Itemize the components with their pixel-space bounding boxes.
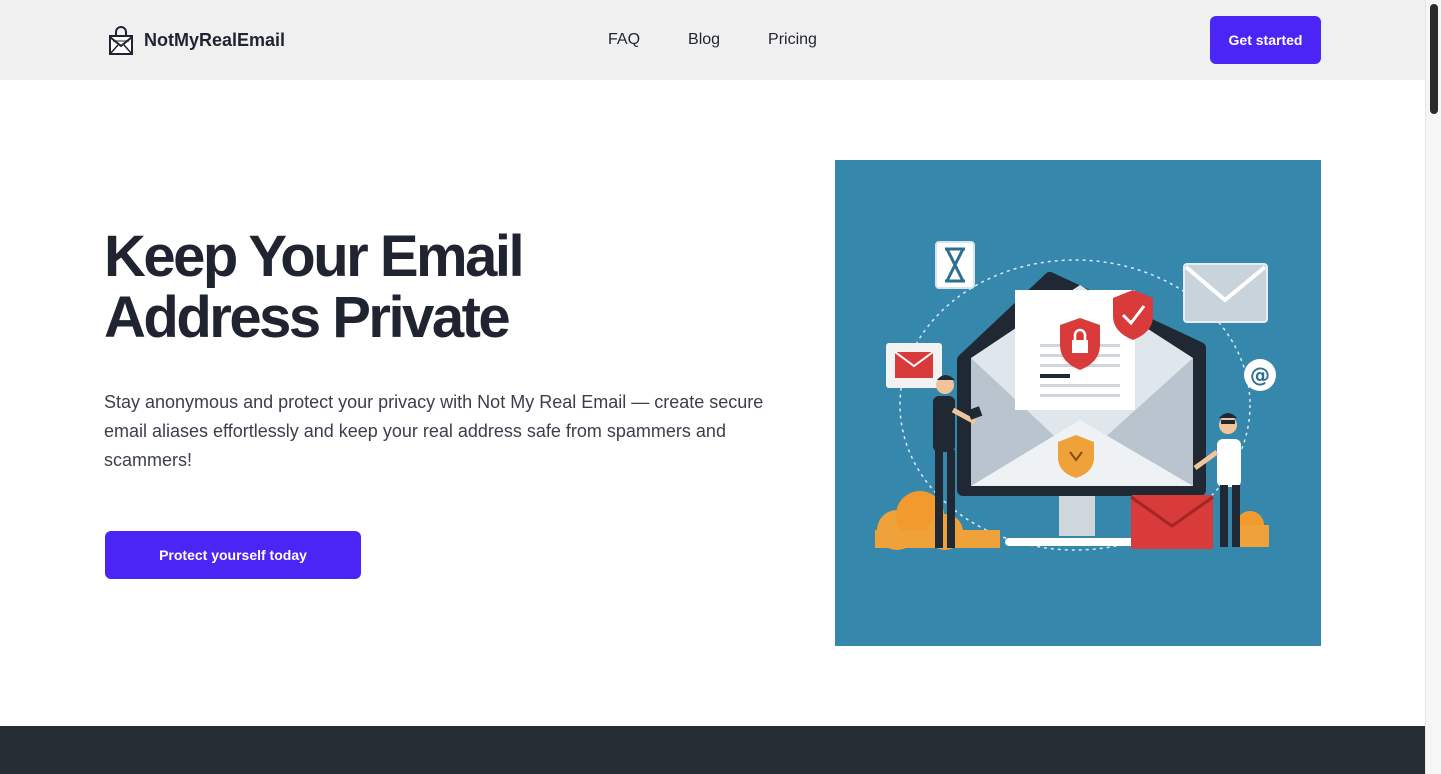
get-started-button[interactable]: Get started (1210, 16, 1321, 64)
brand-link[interactable]: NotMyRealEmail (108, 24, 285, 56)
nav-link-faq[interactable]: FAQ (608, 29, 640, 51)
page: NotMyRealEmail FAQ Blog Pricing Get star… (0, 0, 1441, 774)
site-header: NotMyRealEmail FAQ Blog Pricing Get star… (0, 0, 1425, 80)
red-envelope-icon (886, 343, 942, 388)
hourglass-icon (935, 241, 975, 289)
scrollbar-thumb[interactable] (1430, 4, 1438, 114)
svg-text:@: @ (1250, 363, 1270, 387)
envelope-lock-icon (109, 26, 133, 55)
envelope-icon (1183, 263, 1268, 323)
scrollbar[interactable] (1425, 0, 1441, 774)
nav-link-blog[interactable]: Blog (688, 29, 720, 51)
main-nav: FAQ Blog Pricing (608, 29, 817, 51)
dark-section-band (0, 726, 1425, 774)
protect-yourself-button[interactable]: Protect yourself today (105, 531, 361, 579)
nav-link-pricing[interactable]: Pricing (768, 29, 817, 51)
red-envelope-large-icon (1130, 495, 1214, 549)
email-privacy-illustration: @ (835, 160, 1321, 646)
hero-title-line-2: Address Private (104, 285, 511, 350)
hero-title-line-1: Keep Your Email (104, 224, 525, 289)
hero-description: Stay anonymous and protect your privacy … (104, 392, 764, 470)
brand-name: NotMyRealEmail (144, 29, 286, 50)
hero-title: Keep Your Email Address Private (104, 226, 664, 348)
at-sign-icon: @ (1244, 359, 1276, 391)
